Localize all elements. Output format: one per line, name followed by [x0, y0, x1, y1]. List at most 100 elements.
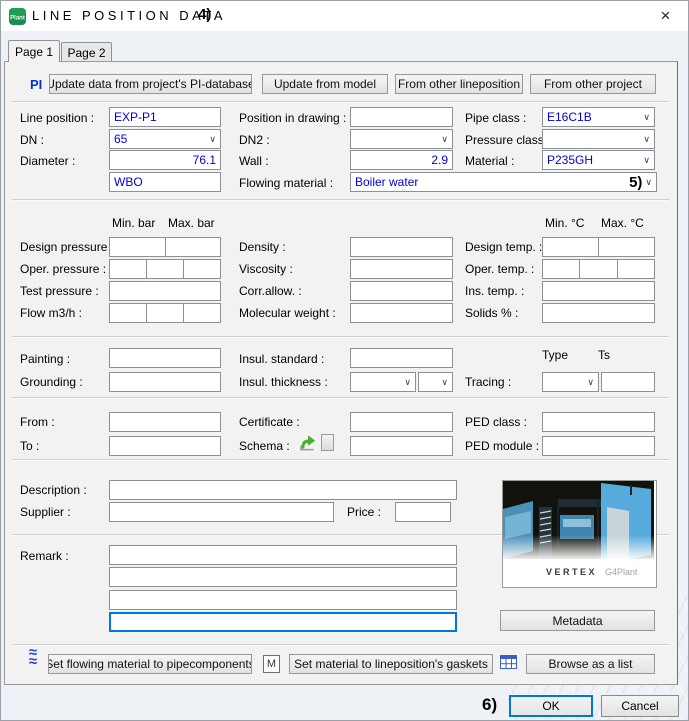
dn-select[interactable]: 65∨ — [109, 129, 221, 149]
oper-pressure-mid-input[interactable] — [147, 260, 184, 278]
position-in-drawing-label: Position in drawing : — [239, 111, 346, 125]
schema-input[interactable] — [350, 436, 453, 456]
min-c-header: Min. °C — [545, 216, 584, 230]
oper-temp-min-input[interactable] — [543, 260, 580, 278]
diameter-label: Diameter : — [20, 154, 75, 168]
flowing-material-icon: ≈≈ — [22, 648, 44, 674]
remark-input-1[interactable] — [109, 545, 457, 565]
dn2-select[interactable]: ∨ — [350, 129, 453, 149]
oper-pressure-max-input[interactable] — [184, 260, 220, 278]
to-label: To : — [20, 439, 39, 453]
wall-input[interactable]: 2.9 — [350, 150, 453, 170]
material-select[interactable]: P235GH∨ — [542, 150, 655, 170]
flow-mid-input[interactable] — [147, 304, 184, 322]
design-temp-max-input[interactable] — [599, 238, 654, 256]
metadata-button[interactable]: Metadata — [500, 610, 655, 631]
ok-button[interactable]: OK — [509, 695, 593, 717]
design-temp-min-input[interactable] — [543, 238, 599, 256]
insul-thickness-label: Insul. thickness : — [239, 375, 328, 389]
viscosity-input[interactable] — [350, 259, 453, 279]
design-pressure-range — [109, 237, 221, 257]
insul-thickness-unit-select[interactable]: ∨ — [418, 372, 453, 392]
remark-label: Remark : — [20, 549, 69, 563]
step-annotation-4: 4) — [198, 6, 211, 23]
flowing-material-select[interactable]: Boiler water 5) ∨ — [350, 172, 657, 192]
close-button[interactable]: × — [643, 1, 688, 31]
flow-max-input[interactable] — [184, 304, 220, 322]
oper-pressure-min-input[interactable] — [110, 260, 147, 278]
pressure-class-select[interactable]: ∨ — [542, 129, 655, 149]
tracing-type-select[interactable]: ∨ — [542, 372, 599, 392]
line-position-input[interactable]: EXP-P1 — [109, 107, 221, 127]
schema-label: Schema : — [239, 439, 290, 453]
oper-temp-range — [542, 259, 655, 279]
design-temp-label: Design temp. : — [465, 240, 542, 254]
pressure-class-label: Pressure class : — [465, 133, 550, 147]
density-input[interactable] — [350, 237, 453, 257]
test-pressure-input[interactable] — [109, 281, 221, 301]
tab-page-2[interactable]: Page 2 — [61, 42, 112, 62]
corr-allow-input[interactable] — [350, 281, 453, 301]
grounding-input[interactable] — [109, 372, 221, 392]
oper-temp-mid-input[interactable] — [580, 260, 617, 278]
molecular-weight-input[interactable] — [350, 303, 453, 323]
design-pressure-min-input[interactable] — [110, 238, 166, 256]
remark-input-4-focused[interactable] — [109, 612, 457, 632]
schema-browse-button[interactable] — [321, 434, 334, 451]
section-divider — [12, 199, 669, 201]
test-pressure-label: Test pressure : — [20, 284, 99, 298]
ins-temp-input[interactable] — [542, 281, 655, 301]
ins-temp-label: Ins. temp. : — [465, 284, 524, 298]
ped-module-input[interactable] — [542, 436, 655, 456]
tab-page-1-label: Page 1 — [15, 45, 53, 59]
tab-page-1[interactable]: Page 1 — [8, 40, 60, 62]
cancel-label: Cancel — [621, 699, 658, 713]
chevron-down-icon: ∨ — [643, 156, 650, 165]
from-label: From : — [20, 415, 55, 429]
section-divider — [12, 336, 669, 338]
section-divider — [12, 644, 669, 646]
pi-label: PI — [30, 77, 42, 92]
price-input[interactable] — [395, 502, 451, 522]
cancel-button[interactable]: Cancel — [601, 695, 679, 717]
line-position-dialog: Plant LINE POSITION DATA 4) × Page 1 Pag… — [0, 0, 689, 721]
certificate-input[interactable] — [350, 412, 453, 432]
tracing-ts-input[interactable] — [601, 372, 655, 392]
insul-standard-label: Insul. standard : — [239, 352, 324, 366]
metadata-label: Metadata — [552, 614, 602, 628]
design-pressure-max-input[interactable] — [166, 238, 221, 256]
supplier-input[interactable] — [109, 502, 334, 522]
pipe-class-select[interactable]: E16C1B∨ — [542, 107, 655, 127]
flow-min-input[interactable] — [110, 304, 147, 322]
insul-thickness-select[interactable]: ∨ — [350, 372, 416, 392]
set-material-gaskets-button[interactable]: Set material to lineposition's gaskets — [289, 654, 493, 674]
price-label: Price : — [347, 505, 381, 519]
solids-input[interactable] — [542, 303, 655, 323]
from-other-lineposition-button[interactable]: From other lineposition — [395, 74, 523, 94]
ped-class-input[interactable] — [542, 412, 655, 432]
to-input[interactable] — [109, 436, 221, 456]
from-other-project-button[interactable]: From other project — [530, 74, 656, 94]
table-icon — [500, 655, 517, 669]
title-bar: Plant LINE POSITION DATA 4) × — [1, 1, 688, 31]
description-input[interactable] — [109, 480, 457, 500]
remark-input-3[interactable] — [109, 590, 457, 610]
insul-standard-input[interactable] — [350, 348, 453, 368]
remark-input-2[interactable] — [109, 567, 457, 587]
set-flowing-material-button[interactable]: Set flowing material to pipecomponents — [48, 654, 252, 674]
code-input[interactable]: WBO — [109, 172, 221, 192]
design-temp-range — [542, 237, 655, 257]
update-from-pi-database-button[interactable]: Update data from project's PI-database — [49, 74, 252, 94]
position-in-drawing-input[interactable] — [350, 107, 453, 127]
browse-as-list-button[interactable]: Browse as a list — [526, 654, 655, 674]
tracing-ts-header: Ts — [598, 348, 610, 362]
material-label: Material : — [465, 154, 514, 168]
pipe-class-label: Pipe class : — [465, 111, 526, 125]
update-from-model-button[interactable]: Update from model — [262, 74, 388, 94]
painting-input[interactable] — [109, 348, 221, 368]
diameter-input[interactable]: 76.1 — [109, 150, 221, 170]
flow-label: Flow m3/h : — [20, 306, 82, 320]
oper-temp-max-input[interactable] — [618, 260, 654, 278]
schema-open-icon[interactable] — [298, 433, 317, 452]
from-input[interactable] — [109, 412, 221, 432]
